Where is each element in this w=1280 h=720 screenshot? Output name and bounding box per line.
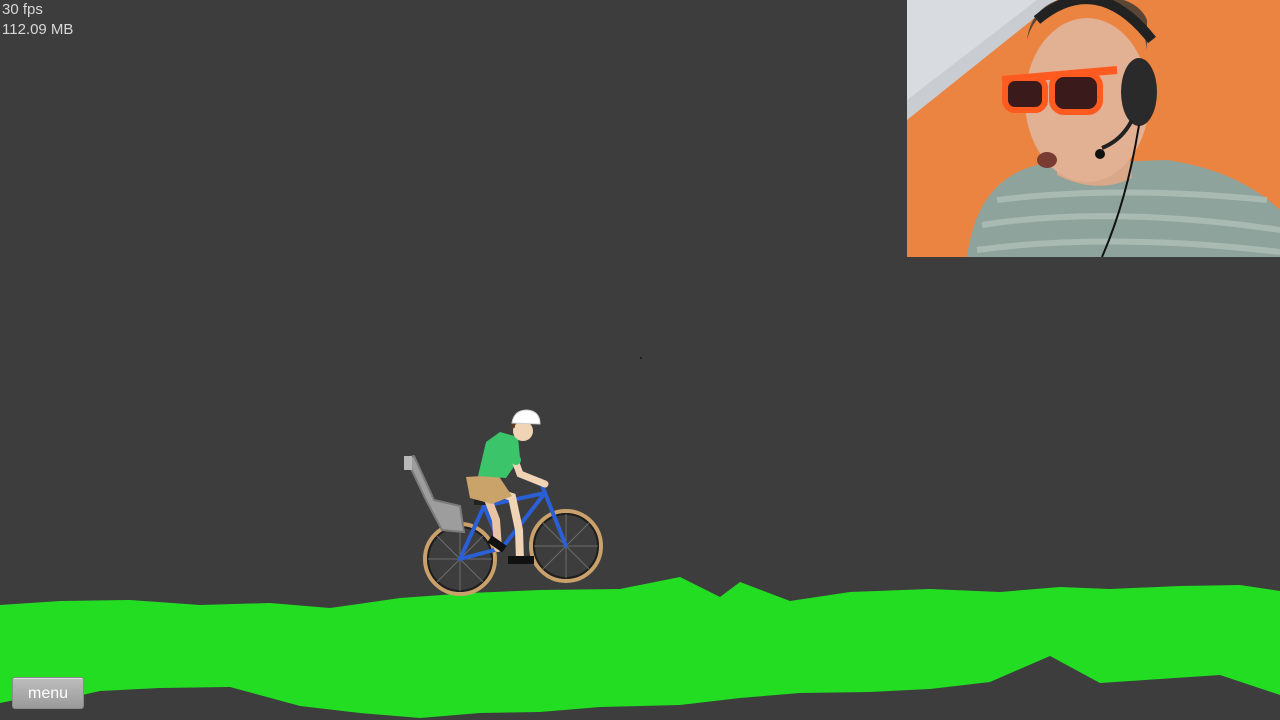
fps-counter: 30 fps [2,1,43,18]
memory-counter: 112.09 MB [2,21,74,38]
child-seat [404,454,466,534]
menu-button[interactable]: menu [12,677,84,709]
game-viewport: 30 fps 112.09 MB menu [0,0,1280,720]
rider-helmet [511,409,541,425]
streamer-portrait [907,0,1280,257]
webcam-overlay [907,0,1280,257]
